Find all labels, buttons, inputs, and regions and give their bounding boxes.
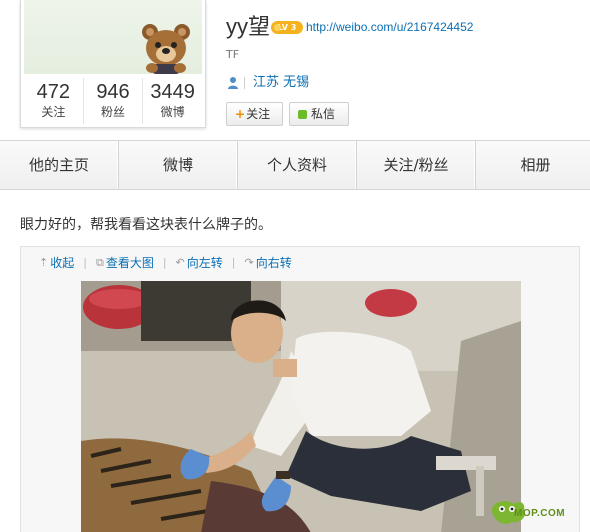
tab-weibo[interactable]: 微博 bbox=[119, 141, 238, 189]
stat-posts[interactable]: 3449 微博 bbox=[143, 78, 202, 124]
stat-followers-count: 946 bbox=[96, 81, 130, 103]
toolbar-separator: | bbox=[162, 256, 167, 269]
stat-followers[interactable]: 946 粉丝 bbox=[84, 78, 144, 124]
stat-following-count: 472 bbox=[36, 81, 71, 103]
avatar-card: 472 关注 946 粉丝 3449 微博 bbox=[20, 0, 206, 128]
stat-following[interactable]: 472 关注 bbox=[24, 78, 84, 124]
stat-posts-count: 3449 bbox=[150, 81, 195, 103]
post-media-box: ⇡ 收起 | ⧉ 查看大图 | ↶ 向左转 | ↷ 向右转 bbox=[20, 246, 580, 532]
tab-album[interactable]: 相册 bbox=[476, 141, 590, 189]
rotate-left-icon: ↶ bbox=[175, 256, 185, 269]
mop-watermark-text: MOP.COM bbox=[514, 508, 566, 519]
post-photo[interactable] bbox=[81, 281, 521, 532]
stat-posts-label: 微博 bbox=[160, 105, 185, 119]
arrow-up-icon: ⇡ bbox=[39, 256, 49, 269]
location-link[interactable]: 江苏 无锡 bbox=[253, 75, 309, 91]
rotate-right-label: 向右转 bbox=[255, 256, 292, 270]
toolbar-separator: | bbox=[231, 256, 236, 269]
bear-avatar-image bbox=[142, 24, 190, 74]
profile-stats: 472 关注 946 粉丝 3449 微博 bbox=[24, 78, 202, 124]
rotate-right-button[interactable]: ↷ 向右转 bbox=[245, 255, 292, 271]
post-text: 眼力好的，帮我看看这块表什么牌子的。 bbox=[20, 217, 272, 233]
external-link-icon: ⧉ bbox=[95, 256, 104, 269]
profile-url-link[interactable]: http://weibo.com/u/2167424452 bbox=[306, 19, 473, 35]
collapse-label: 收起 bbox=[50, 256, 75, 270]
rotate-right-icon: ↷ bbox=[244, 256, 254, 269]
rotate-left-label: 向左转 bbox=[186, 256, 223, 270]
divider bbox=[244, 77, 245, 89]
vip-level-badge[interactable]: LV 3 bbox=[271, 21, 303, 34]
message-icon bbox=[298, 110, 307, 119]
collapse-button[interactable]: ⇡ 收起 bbox=[39, 255, 74, 271]
stat-followers-label: 粉丝 bbox=[101, 105, 126, 119]
stat-following-label: 关注 bbox=[41, 105, 66, 119]
vip-level-text: LV 3 bbox=[277, 23, 297, 32]
follow-button[interactable]: +关注 bbox=[226, 102, 283, 126]
username: yy望 bbox=[226, 14, 271, 39]
view-large-button[interactable]: ⧉ 查看大图 bbox=[96, 255, 154, 271]
profile-nav: 他的主页 微博 个人资料 关注/粉丝 相册 bbox=[0, 140, 590, 190]
follow-button-label: 关注 bbox=[246, 107, 271, 121]
toolbar-separator: | bbox=[83, 256, 87, 269]
profile-tag: TF bbox=[226, 48, 240, 61]
image-toolbar: ⇡ 收起 | ⧉ 查看大图 | ↶ 向左转 | ↷ 向右转 bbox=[39, 255, 292, 271]
rotate-left-button[interactable]: ↶ 向左转 bbox=[176, 255, 223, 271]
avatar[interactable] bbox=[24, 0, 202, 74]
view-large-label: 查看大图 bbox=[105, 256, 154, 270]
message-button-label: 私信 bbox=[311, 107, 336, 121]
message-button[interactable]: 私信 bbox=[289, 102, 349, 126]
tab-home[interactable]: 他的主页 bbox=[0, 141, 119, 189]
person-icon bbox=[228, 77, 238, 89]
plus-icon: + bbox=[235, 107, 246, 121]
tab-follow-fans[interactable]: 关注/粉丝 bbox=[357, 141, 476, 189]
tab-profile-info[interactable]: 个人资料 bbox=[238, 141, 357, 189]
profile-header: 472 关注 946 粉丝 3449 微博 yy望 LV 3 http://we… bbox=[0, 0, 590, 140]
